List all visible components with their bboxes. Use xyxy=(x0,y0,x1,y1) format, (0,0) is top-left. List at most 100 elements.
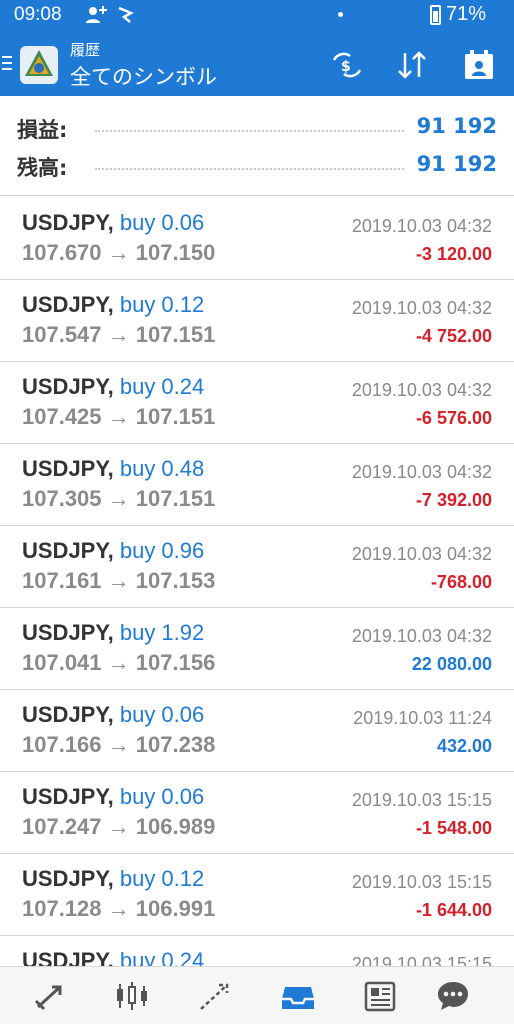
balance-row: 残高: 91 192 xyxy=(0,148,514,184)
news-icon[interactable] xyxy=(362,979,398,1013)
trade-profit: -1 548.00 xyxy=(415,818,492,838)
trade-side: buy 0.06 xyxy=(119,784,205,809)
close-price: 107.156 xyxy=(135,650,216,675)
trade-profit: -768.00 xyxy=(430,572,492,592)
open-price: 107.128 xyxy=(22,896,102,921)
currency-exchange-icon[interactable]: $ xyxy=(330,48,364,82)
trade-row[interactable]: USDJPY, buy 0.12 107.547 → 107.151 2019.10… xyxy=(0,280,514,362)
menu-icon[interactable] xyxy=(2,56,12,72)
trade-row[interactable]: USDJPY, buy 0.96 107.161 → 107.153 2019.10… xyxy=(0,526,514,608)
symbol-label: USDJPY, xyxy=(22,456,114,481)
trade-symbol: USDJPY, buy 0.06 xyxy=(22,702,204,728)
trade-symbol: USDJPY, buy 0.12 xyxy=(22,292,204,318)
trade-profit: -7 392.00 xyxy=(415,490,492,510)
close-price: 107.151 xyxy=(135,322,216,347)
balance-label: 残高: xyxy=(17,156,68,180)
symbol-label: USDJPY, xyxy=(22,866,114,891)
arrow-right-icon: → xyxy=(107,486,130,511)
open-price: 107.161 xyxy=(22,568,102,593)
flag-icon xyxy=(118,6,134,23)
trade-row[interactable]: USDJPY, buy 0.12 107.128 → 106.991 2019.10… xyxy=(0,854,514,936)
trade-profit: 432.00 xyxy=(436,736,492,756)
symbol-label: USDJPY, xyxy=(22,620,114,645)
symbol-label: USDJPY, xyxy=(22,784,114,809)
balance-value: 91 192 xyxy=(416,152,497,176)
trade-row[interactable]: USDJPY, buy 0.48 107.305 → 107.151 2019.10… xyxy=(0,444,514,526)
symbol-label: USDJPY, xyxy=(22,292,114,317)
trade-symbol: USDJPY, buy 1.92 xyxy=(22,620,204,646)
trade-side: buy 0.48 xyxy=(119,456,205,481)
person-add-icon xyxy=(86,6,107,23)
trade-row[interactable]: USDJPY, buy 0.06 107.247 → 106.989 2019.10… xyxy=(0,772,514,854)
trade-time: 2019.10.03 04:32 xyxy=(351,544,492,564)
battery-icon xyxy=(430,5,441,25)
chart-candles-icon[interactable] xyxy=(114,979,150,1013)
trade-profit: -3 120.00 xyxy=(415,244,492,264)
trade-side: buy 0.06 xyxy=(119,210,205,235)
trade-prices: 107.161 → 107.153 xyxy=(22,568,215,594)
dotted-leader xyxy=(95,168,404,170)
profit-label: 損益: xyxy=(17,118,68,142)
notification-dot xyxy=(338,12,343,17)
open-price: 107.425 xyxy=(22,404,102,429)
trade-time: 2019.10.03 15:15 xyxy=(351,790,492,810)
app-bar: 履歴 全てのシンボル $ xyxy=(0,30,514,96)
arrow-right-icon: → xyxy=(107,896,130,921)
trade-history-list: USDJPY, buy 0.06 107.670 → 107.150 2019.10… xyxy=(0,198,514,1018)
trade-prices: 107.247 → 106.989 xyxy=(22,814,215,840)
page-title[interactable]: 全てのシンボル xyxy=(70,61,217,91)
trade-row[interactable]: USDJPY, buy 0.24 107.425 → 107.151 2019.10… xyxy=(0,362,514,444)
trade-line-icon[interactable] xyxy=(197,979,233,1013)
trade-side: buy 0.96 xyxy=(119,538,205,563)
trade-time: 2019.10.03 04:32 xyxy=(351,298,492,318)
chat-icon[interactable] xyxy=(435,979,471,1013)
trade-prices: 107.128 → 106.991 xyxy=(22,896,215,922)
open-price: 107.547 xyxy=(22,322,102,347)
trade-prices: 107.166 → 107.238 xyxy=(22,732,215,758)
trade-row[interactable]: USDJPY, buy 0.06 107.670 → 107.150 2019.10… xyxy=(0,198,514,280)
status-time: 09:08 xyxy=(14,4,62,25)
page-subtitle: 履歴 xyxy=(70,41,101,59)
close-price: 107.153 xyxy=(135,568,216,593)
trade-side: buy 0.24 xyxy=(119,374,205,399)
arrow-right-icon: → xyxy=(107,650,130,675)
quotes-arrows-icon[interactable] xyxy=(32,979,68,1013)
trade-time: 2019.10.03 11:24 xyxy=(353,708,492,728)
symbol-label: USDJPY, xyxy=(22,538,114,563)
trade-time: 2019.10.03 15:15 xyxy=(351,872,492,892)
app-logo[interactable] xyxy=(20,46,58,84)
summary-panel: 損益: 91 192 残高: 91 192 xyxy=(0,96,514,196)
profit-row: 損益: 91 192 xyxy=(0,110,514,146)
trade-profit: -6 576.00 xyxy=(415,408,492,428)
close-price: 106.989 xyxy=(135,814,216,839)
close-price: 107.238 xyxy=(135,732,216,757)
trade-prices: 107.670 → 107.150 xyxy=(22,240,215,266)
trade-side: buy 0.12 xyxy=(119,866,205,891)
sort-icon[interactable] xyxy=(395,48,429,82)
trade-side: buy 0.12 xyxy=(119,292,205,317)
arrow-right-icon: → xyxy=(107,404,130,429)
open-price: 107.305 xyxy=(22,486,102,511)
trade-time: 2019.10.03 04:32 xyxy=(351,462,492,482)
trade-symbol: USDJPY, buy 0.96 xyxy=(22,538,204,564)
symbol-label: USDJPY, xyxy=(22,210,114,235)
trade-prices: 107.041 → 107.156 xyxy=(22,650,215,676)
trade-row[interactable]: USDJPY, buy 1.92 107.041 → 107.156 2019.10… xyxy=(0,608,514,690)
close-price: 107.150 xyxy=(135,240,216,265)
trade-profit: -1 644.00 xyxy=(415,900,492,920)
trade-side: buy 1.92 xyxy=(119,620,205,645)
trade-prices: 107.425 → 107.151 xyxy=(22,404,215,430)
calendar-icon[interactable] xyxy=(462,48,496,82)
trade-symbol: USDJPY, buy 0.12 xyxy=(22,866,204,892)
history-inbox-icon[interactable] xyxy=(280,979,316,1013)
trade-time: 2019.10.03 04:32 xyxy=(351,626,492,646)
trade-row[interactable]: USDJPY, buy 0.06 107.166 → 107.238 2019.10… xyxy=(0,690,514,772)
symbol-label: USDJPY, xyxy=(22,702,114,727)
bottom-navigation xyxy=(0,966,514,1024)
trade-time: 2019.10.03 04:32 xyxy=(351,216,492,236)
arrow-right-icon: → xyxy=(107,568,130,593)
dotted-leader xyxy=(95,130,404,132)
close-price: 107.151 xyxy=(135,486,216,511)
arrow-right-icon: → xyxy=(107,322,130,347)
trade-profit: 22 080.00 xyxy=(411,654,492,674)
